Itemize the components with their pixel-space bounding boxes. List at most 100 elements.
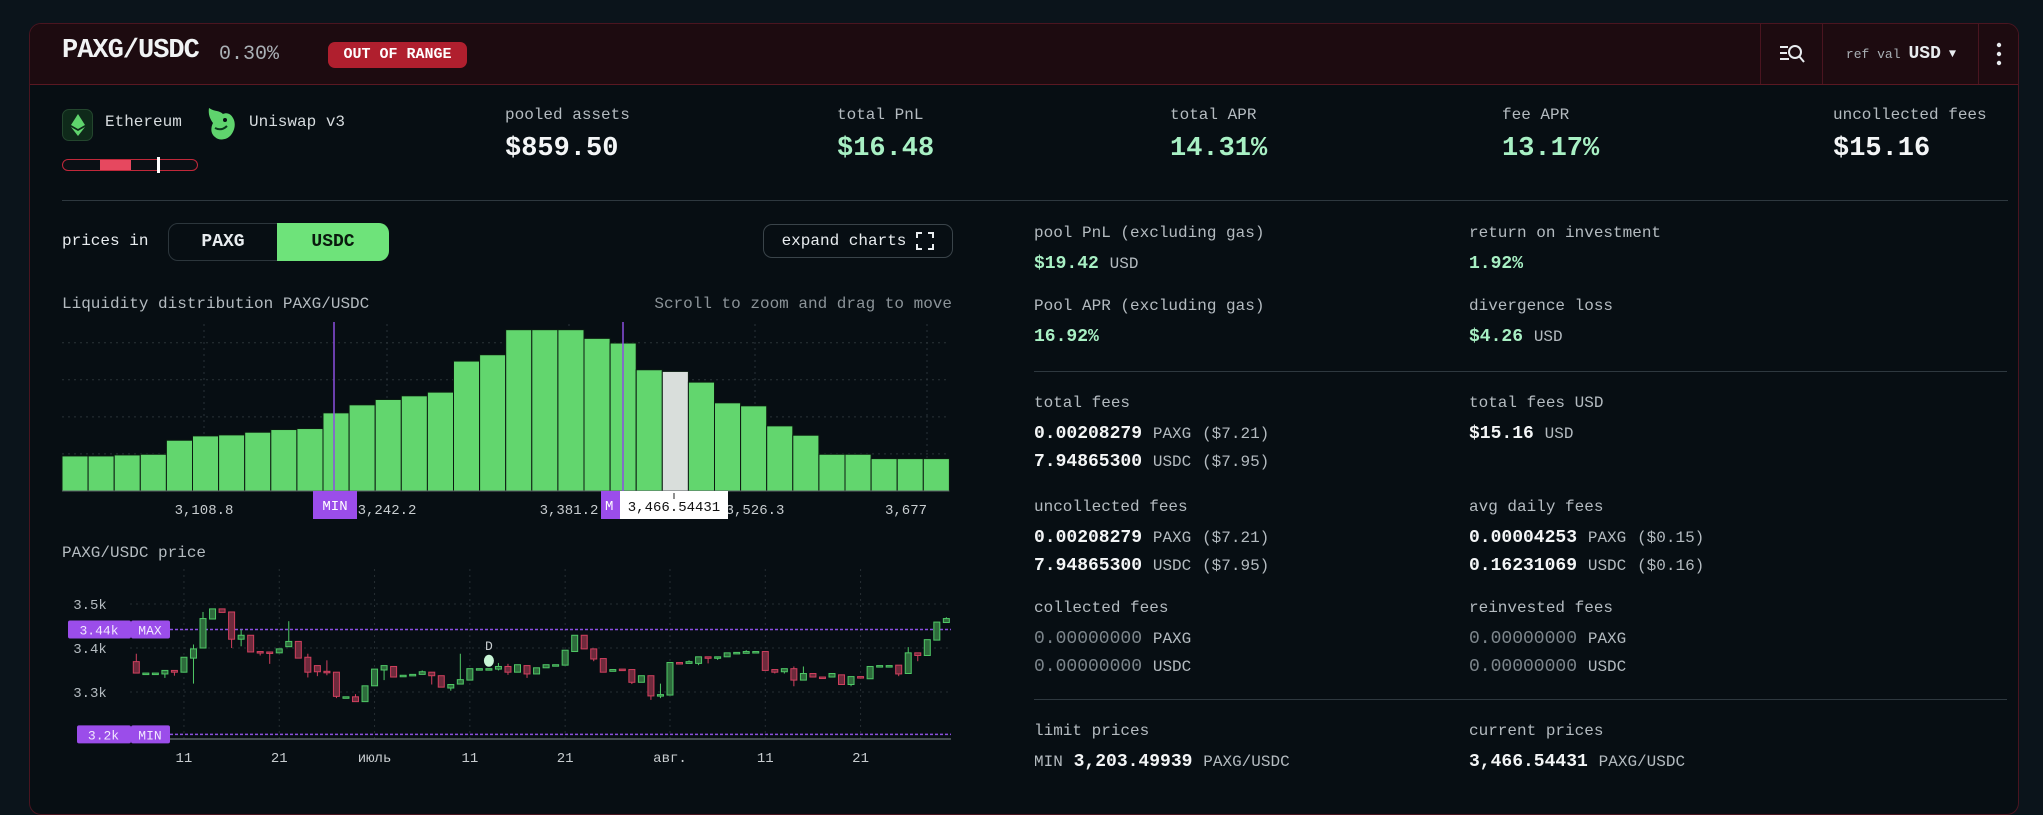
- liquidity-bar[interactable]: [505, 329, 533, 492]
- candle[interactable]: [866, 665, 874, 680]
- liquidity-chart[interactable]: 3,108.8 3,242.2 3,381.2 3,526.3 3,677 MIN M 3,4…: [30, 304, 990, 544]
- candle[interactable]: [552, 664, 560, 667]
- price-chart[interactable]: 3.5k 3.4k 3.3k 11 21 июль 11 21 авг. 11 21 3.44k MAX…: [30, 554, 990, 814]
- candle[interactable]: [151, 672, 159, 676]
- candle[interactable]: [132, 661, 140, 674]
- candle[interactable]: [647, 675, 655, 697]
- candle[interactable]: [714, 656, 722, 659]
- candle[interactable]: [599, 658, 607, 673]
- candle[interactable]: [237, 634, 245, 640]
- candle[interactable]: [475, 668, 483, 671]
- liquidity-bar[interactable]: [740, 405, 768, 492]
- liquidity-bar[interactable]: [374, 398, 402, 492]
- candle[interactable]: [351, 696, 359, 703]
- candle[interactable]: [704, 656, 712, 659]
- candle[interactable]: [666, 662, 674, 696]
- candle[interactable]: [809, 673, 817, 678]
- candle[interactable]: [180, 656, 188, 673]
- candle[interactable]: [685, 661, 693, 664]
- candle[interactable]: [618, 668, 626, 672]
- toggle-paxg[interactable]: PAXG: [168, 223, 278, 261]
- candle[interactable]: [676, 662, 684, 665]
- candle[interactable]: [285, 640, 293, 648]
- candle[interactable]: [523, 665, 531, 675]
- liquidity-bar[interactable]: [870, 458, 898, 492]
- candle[interactable]: [294, 640, 302, 659]
- liquidity-bar[interactable]: [192, 435, 220, 492]
- liquidity-bar[interactable]: [792, 434, 820, 492]
- candle[interactable]: [923, 639, 931, 656]
- candle[interactable]: [428, 671, 436, 677]
- liquidity-bar[interactable]: [165, 439, 193, 492]
- candle[interactable]: [313, 665, 321, 673]
- ref-val-dropdown[interactable]: ref val USD ▼: [1822, 24, 1979, 84]
- liquidity-bar[interactable]: [244, 431, 272, 492]
- candle[interactable]: [742, 651, 750, 654]
- liquidity-bar[interactable]: [113, 454, 141, 492]
- liquidity-bar[interactable]: [453, 360, 481, 492]
- candle[interactable]: [170, 669, 178, 673]
- candle[interactable]: [466, 668, 474, 681]
- liquidity-bar[interactable]: [818, 453, 846, 492]
- liquidity-bar[interactable]: [322, 412, 350, 492]
- candle[interactable]: [885, 665, 893, 668]
- liquidity-bar[interactable]: [714, 402, 742, 492]
- candle[interactable]: [609, 669, 617, 672]
- liquidity-bar[interactable]: [687, 381, 716, 492]
- candle[interactable]: [342, 696, 350, 699]
- candle[interactable]: [256, 651, 264, 654]
- candle[interactable]: [504, 665, 512, 673]
- candle[interactable]: [514, 664, 521, 673]
- candle[interactable]: [142, 672, 150, 676]
- candle[interactable]: [447, 683, 455, 689]
- candle[interactable]: [838, 674, 846, 685]
- candle[interactable]: [275, 648, 283, 654]
- expand-charts-button[interactable]: expand charts: [763, 224, 953, 258]
- candle[interactable]: [571, 634, 579, 653]
- candle[interactable]: [876, 665, 884, 668]
- candle[interactable]: [409, 673, 417, 677]
- candle[interactable]: [771, 669, 779, 673]
- candle[interactable]: [332, 671, 340, 697]
- candle[interactable]: [228, 611, 236, 640]
- candle[interactable]: [799, 673, 807, 681]
- candle[interactable]: [533, 667, 541, 675]
- candle[interactable]: [723, 652, 731, 658]
- candle[interactable]: [590, 648, 598, 660]
- liquidity-bar[interactable]: [218, 434, 246, 492]
- candle[interactable]: [485, 668, 493, 671]
- candle[interactable]: [761, 651, 769, 671]
- candle[interactable]: [628, 669, 636, 683]
- candle[interactable]: [733, 651, 741, 655]
- more-menu-button[interactable]: [1978, 24, 2018, 84]
- liquidity-bar[interactable]: [922, 458, 950, 492]
- candle[interactable]: [371, 668, 379, 687]
- candle[interactable]: [857, 676, 865, 679]
- candle[interactable]: [818, 676, 826, 680]
- liquidity-bar[interactable]: [766, 425, 794, 492]
- candle[interactable]: [323, 670, 331, 674]
- candle[interactable]: [304, 656, 312, 673]
- event-marker[interactable]: [483, 654, 494, 667]
- candle[interactable]: [790, 668, 798, 681]
- liquidity-bar[interactable]: [635, 369, 663, 492]
- candle[interactable]: [161, 669, 169, 675]
- candle[interactable]: [637, 675, 645, 683]
- candle[interactable]: [542, 664, 550, 669]
- candle[interactable]: [418, 671, 426, 675]
- candle[interactable]: [847, 676, 855, 685]
- candle[interactable]: [247, 634, 255, 653]
- candle[interactable]: [904, 652, 912, 675]
- candle[interactable]: [828, 673, 836, 678]
- liquidity-bar[interactable]: [270, 429, 298, 492]
- candle[interactable]: [895, 664, 903, 675]
- candle[interactable]: [380, 665, 388, 671]
- liquidity-bar[interactable]: [661, 370, 689, 492]
- candle[interactable]: [780, 668, 788, 673]
- candle[interactable]: [494, 665, 502, 670]
- candle[interactable]: [933, 621, 941, 641]
- candle[interactable]: [580, 634, 588, 650]
- candle[interactable]: [266, 651, 274, 654]
- candle[interactable]: [695, 656, 703, 664]
- candle[interactable]: [218, 608, 226, 613]
